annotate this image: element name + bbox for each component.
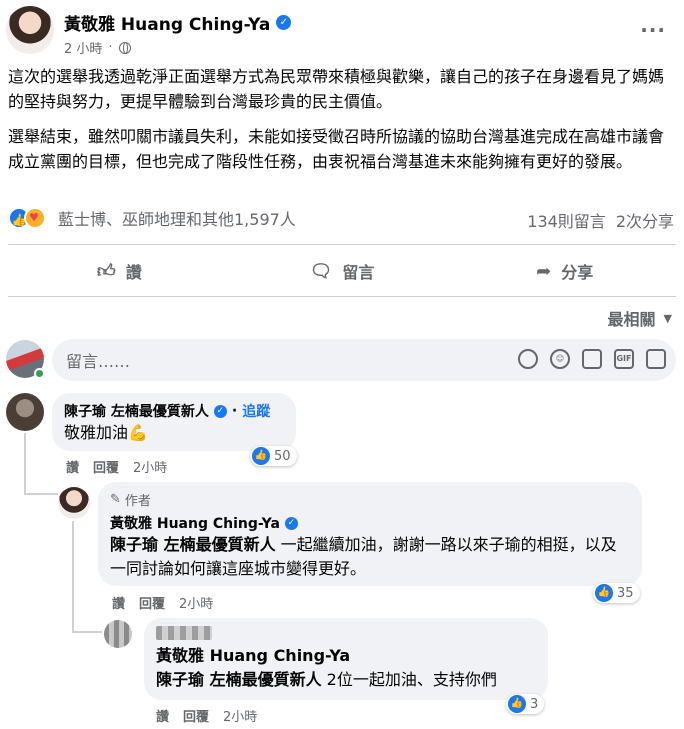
post-paragraph: 選舉結束，雖然叩關市議員失利，未能如接受徵召時所協議的協助台灣基進完成在高雄市議…	[8, 127, 665, 171]
comment-text: 敬雅加油💪	[64, 423, 148, 442]
thread-line	[72, 521, 74, 633]
comment-bubble: 黃敬雅 Huang Ching-Ya 陳子瑜 左楠最優質新人 2位一起加油、支持…	[144, 618, 548, 700]
commenter-name[interactable]: 黃敬雅 Huang Ching-Ya	[156, 644, 536, 668]
divider	[8, 244, 676, 245]
globe-icon	[118, 41, 131, 54]
emoji-icon[interactable]: ☺	[550, 349, 570, 369]
commenter-name[interactable]: 陳子瑜 左楠最優質新人	[64, 401, 209, 421]
follow-button[interactable]: 追蹤	[242, 401, 270, 421]
author-name[interactable]: 黃敬雅 Huang Ching-Ya	[64, 10, 270, 35]
thread-line	[24, 433, 26, 495]
share-button[interactable]: ➦ 分享	[453, 252, 676, 290]
post-paragraph: 這次的選舉我透過乾淨正面選舉方式為民眾帶來積極與歡樂，讓自己的孩子在身邊看見了媽…	[8, 67, 665, 111]
blurred-commenter-name	[156, 626, 212, 640]
comment-reaction-count[interactable]: 👍 35	[593, 583, 640, 603]
comment-time[interactable]: 2小時	[179, 593, 213, 612]
comment-time[interactable]: 2小時	[133, 457, 167, 476]
mention-link[interactable]: 陳子瑜 左楠最優質新人	[156, 670, 322, 689]
more-options-icon[interactable]: ···	[640, 18, 666, 42]
reaction-summary[interactable]: 👍 藍士博、巫師地理和其他1,597人	[8, 206, 296, 230]
comment-like-button[interactable]: 讚	[156, 706, 169, 725]
post-author: 黃敬雅 Huang Ching-Ya ✓	[64, 10, 292, 35]
thread-line	[72, 631, 102, 633]
divider	[8, 296, 676, 297]
like-reaction-icon: 👍	[508, 695, 526, 713]
comment-reply-button[interactable]: 回覆	[183, 706, 209, 725]
verified-badge-icon: ✓	[284, 516, 298, 530]
comment-bubble: ✎ 作者 黃敬雅 Huang Ching-Ya ✓ 陳子瑜 左楠最優質新人 一起…	[98, 482, 642, 586]
online-status-icon	[34, 368, 45, 379]
comment-like-button[interactable]: 讚	[112, 593, 125, 612]
comment-like-button[interactable]: 讚	[66, 457, 79, 476]
comment-bubble: 陳子瑜 左楠最優質新人 ✓ · 追蹤 敬雅加油💪	[52, 393, 296, 451]
verified-badge-icon: ✓	[276, 15, 292, 30]
author-avatar[interactable]	[6, 6, 54, 54]
author-reply-avatar[interactable]	[58, 487, 90, 519]
like-label: 讚	[125, 263, 142, 282]
comment-text: 陳子瑜 左楠最優質新人 一起繼續加油，謝謝一路以來子瑜的相挺，以及一同討論如何讓…	[110, 533, 630, 581]
sticker-icon[interactable]	[646, 349, 666, 369]
like-reaction-icon: 👍	[595, 584, 613, 602]
post-actions: 👍︎ 讚 🗨︎ 留言 ➦ 分享	[8, 252, 676, 290]
comment-actions: 讚 回覆 2小時	[156, 706, 257, 725]
gif-icon[interactable]: GIF	[614, 349, 634, 369]
comment-placeholder: 留言……	[66, 352, 131, 371]
sort-label: 最相關	[607, 310, 656, 329]
comment-reply-button[interactable]: 回覆	[93, 457, 119, 476]
camera-icon[interactable]	[582, 349, 602, 369]
commenter-avatar[interactable]	[6, 393, 44, 431]
reaction-count: 35	[617, 585, 634, 601]
caret-down-icon: ▼	[663, 311, 672, 325]
avatar-sticker-icon[interactable]	[518, 349, 538, 369]
comment-reply-button[interactable]: 回覆	[139, 593, 165, 612]
comment-actions: 讚 回覆 2小時	[66, 457, 167, 476]
share-arrow-icon: ➦	[536, 260, 552, 282]
comment-time[interactable]: 2小時	[223, 706, 257, 725]
reply-avatar[interactable]	[104, 620, 132, 648]
author-tag: ✎ 作者	[110, 490, 630, 509]
like-button[interactable]: 👍︎ 讚	[8, 252, 231, 290]
care-reaction-icon	[24, 207, 46, 229]
thumbs-up-icon: 👍︎	[96, 261, 116, 282]
composer-tools: ☺ GIF	[518, 349, 666, 369]
comment-body: 2位一起加油、支持你們	[321, 670, 497, 689]
shares-count[interactable]: 2次分享	[616, 208, 674, 232]
post-counts: 134則留言 2次分享	[527, 208, 674, 232]
sort-dropdown[interactable]: 最相關 ▼	[608, 306, 672, 330]
thread-line	[24, 493, 58, 495]
comment-label: 留言	[342, 263, 375, 282]
comment-reaction-count[interactable]: 👍 50	[250, 446, 297, 466]
author-tag-label: 作者	[124, 494, 151, 509]
mention-link[interactable]: 陳子瑜 左楠最優質新人	[110, 535, 276, 554]
comment-input[interactable]: 留言…… ☺ GIF	[52, 339, 676, 381]
reaction-count: 3	[530, 696, 539, 712]
share-label: 分享	[561, 263, 594, 282]
commenter-name[interactable]: 黃敬雅 Huang Ching-Ya	[110, 513, 280, 533]
pencil-icon: ✎	[110, 492, 121, 507]
verified-badge-icon: ✓	[213, 404, 227, 418]
post-meta: 2 小時 ·	[64, 38, 131, 57]
comments-count[interactable]: 134則留言	[527, 208, 606, 232]
comment-reaction-count[interactable]: 👍 3	[506, 694, 545, 714]
like-reaction-icon: 👍	[252, 447, 270, 465]
comment-button[interactable]: 🗨︎ 留言	[231, 252, 454, 290]
comment-text: 陳子瑜 左楠最優質新人 2位一起加油、支持你們	[156, 668, 536, 692]
post-time[interactable]: 2 小時	[64, 38, 102, 57]
comment-actions: 讚 回覆 2小時	[112, 593, 213, 612]
reaction-count: 50	[274, 448, 291, 464]
reaction-names: 藍士博、巫師地理和其他1,597人	[58, 210, 296, 229]
speech-bubble-icon: 🗨︎	[309, 260, 333, 282]
